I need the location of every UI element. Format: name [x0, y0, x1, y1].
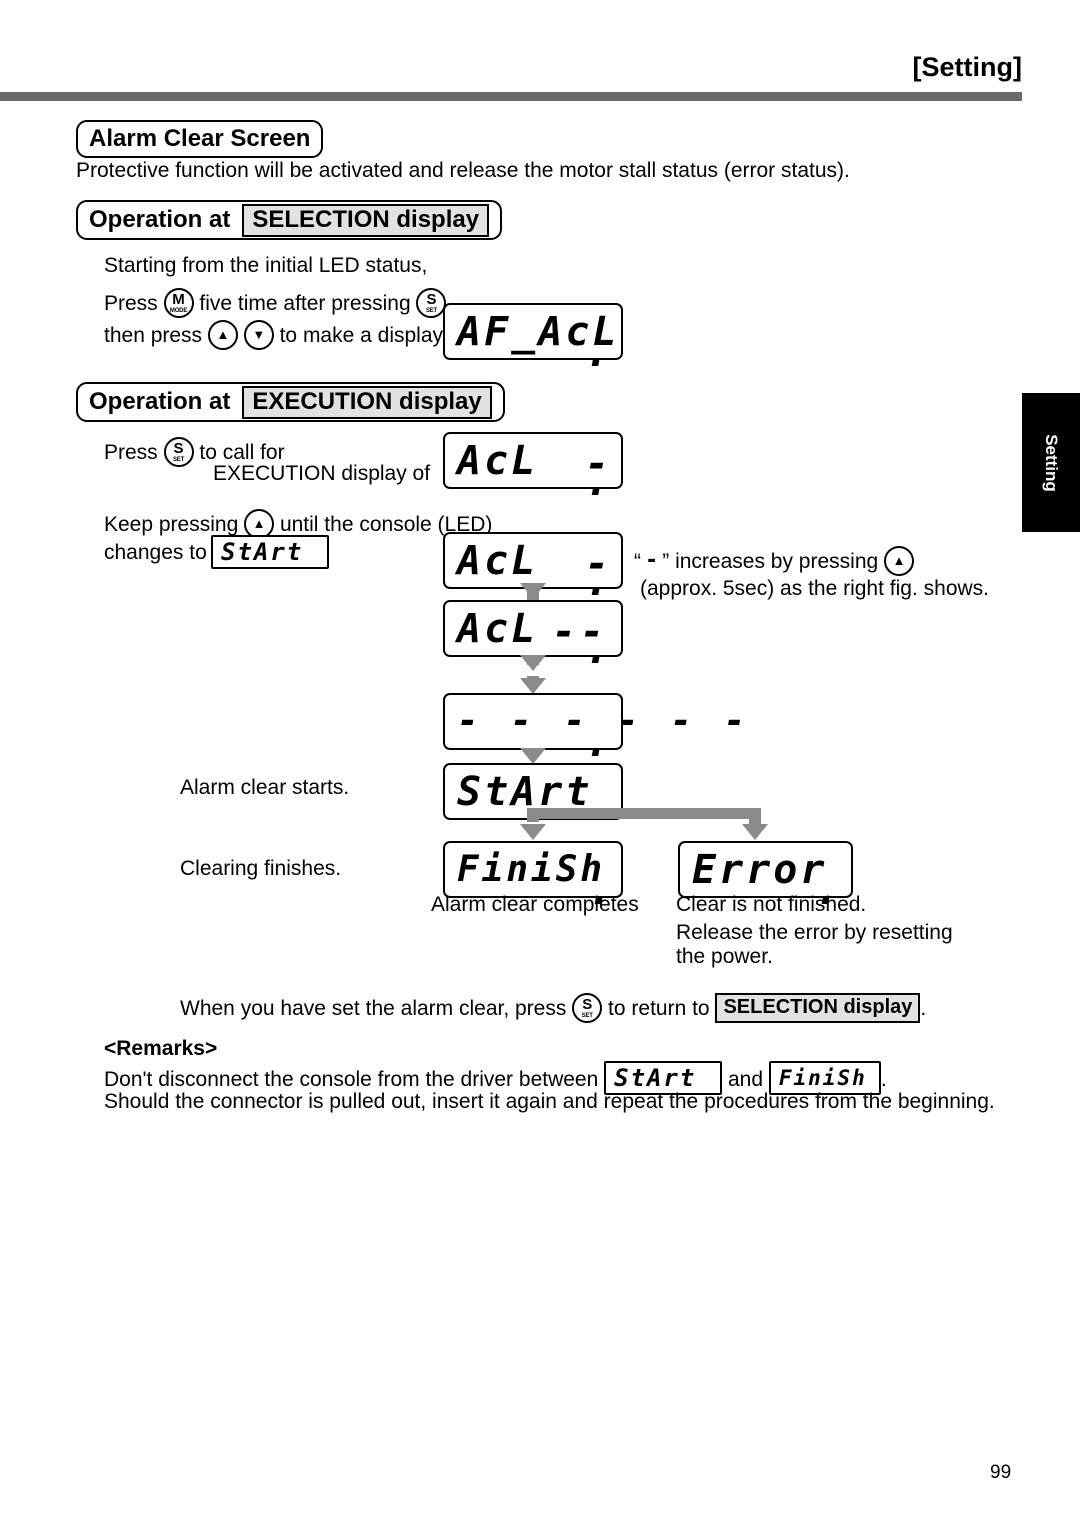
remarks-title: <Remarks>	[104, 1037, 218, 1060]
mode-key-icon[interactable]: M MODE	[163, 288, 194, 318]
set-key-icon-3[interactable]: S SET	[572, 993, 603, 1023]
flow-arrow-3-head	[520, 748, 546, 764]
up-arrow-key-icon-3[interactable]: ▲	[884, 546, 915, 576]
branch-horizontal-shaft	[527, 808, 761, 819]
make-display-label: to make a display to	[279, 323, 467, 347]
side-tab-label: Setting	[1042, 433, 1061, 492]
flow-arrow-2b-head	[520, 678, 546, 694]
led-finish-remark-text: FiniSh	[778, 1065, 867, 1090]
section-title-alarm-clear-screen: Alarm Clear Screen	[76, 120, 324, 158]
execution-changes-to-label: changes to	[104, 541, 207, 564]
page-number: 99	[990, 1462, 1012, 1483]
increase-note-text: ” increases by pressing	[662, 549, 879, 573]
branch-left-vertical	[527, 808, 539, 822]
clearing-finishes-label: Clearing finishes.	[180, 857, 342, 880]
selection-then-press-line: then press ▲ ▼ to make a display to	[104, 320, 466, 350]
led-acl-step2-dashes: --	[552, 609, 609, 655]
remarks-and-label: and	[727, 1067, 764, 1091]
led-start-remark-text: StArt	[614, 1064, 697, 1092]
selection-display-highlight: SELECTION display	[242, 203, 490, 237]
led-display-all-dashes: - - - - - - .	[443, 693, 745, 763]
led-display-finish: FiniSh .	[443, 841, 623, 911]
keep-pressing-label: Keep pressing	[104, 512, 239, 536]
dash-increase-note: “ - ” increases by pressing ▲	[634, 546, 915, 576]
selection-display-inline-highlight: SELECTION display	[715, 993, 921, 1023]
section-title-operation-execution: Operation at EXECUTION display	[76, 382, 505, 422]
up-arrow-glyph-3: ▲	[892, 552, 906, 568]
dont-disconnect-label: Don't disconnect the console from the dr…	[104, 1067, 599, 1091]
branch-left-head	[520, 824, 546, 840]
remarks-line-2: Should the connector is pulled out, inse…	[104, 1090, 995, 1113]
up-arrow-glyph: ▲	[216, 326, 230, 342]
led-display-af-acl: AF_AcL .	[443, 303, 623, 373]
set-key-sub-3: SET	[581, 1012, 593, 1019]
header-rule	[0, 92, 1022, 101]
execution-press-label: Press	[104, 440, 158, 464]
execution-display-of-label: EXECUTION display of	[213, 462, 431, 485]
set-key-sub-2: SET	[172, 456, 185, 463]
led-start-inline-text: StArt	[221, 538, 304, 566]
side-tab-setting: Setting	[1022, 393, 1080, 532]
to-call-for-label: to call for	[199, 440, 285, 464]
led-finish-text: FiniSh	[457, 849, 606, 890]
led-error-text: Error	[692, 846, 828, 893]
operation-at-label-selection: Operation at	[89, 206, 231, 233]
alarm-clear-description: Protective function will be activated an…	[76, 159, 850, 182]
selection-press-line: Press M MODE five time after pressing S …	[104, 288, 452, 318]
execution-display-highlight: EXECUTION display	[242, 385, 492, 419]
set-key-main-2: S	[173, 440, 184, 458]
up-arrow-glyph-2: ▲	[252, 515, 266, 531]
to-return-to-label: to return to	[608, 996, 710, 1020]
led-acl-step1-text: AcL	[457, 537, 539, 584]
set-key-icon[interactable]: S SET	[416, 288, 447, 318]
led-acl-step1-dash: -	[585, 541, 610, 587]
set-key-icon-2[interactable]: S SET	[163, 437, 194, 467]
mode-key-main: M	[172, 291, 185, 309]
led-acl-step2-text: AcL	[457, 605, 539, 652]
set-key-main: S	[426, 291, 437, 309]
led-display-error: Error .	[678, 841, 853, 911]
remarks-line1-period: .	[880, 1067, 887, 1091]
then-press-label: then press	[104, 323, 203, 347]
return-to-selection-note: When you have set the alarm clear, press…	[180, 993, 926, 1023]
selection-starting-line: Starting from the initial LED status,	[104, 254, 428, 277]
led-acl-call-text: AcL	[457, 437, 539, 484]
press-label: Press	[104, 291, 158, 315]
alarm-clear-starts-label: Alarm clear starts.	[180, 776, 350, 799]
set-key-main-3: S	[582, 996, 593, 1014]
operation-at-label-execution: Operation at	[89, 388, 231, 415]
caption-clear-not-finished: Clear is not finished.	[676, 893, 867, 916]
caption-alarm-clear-completes: Alarm clear completes	[431, 893, 639, 916]
flow-arrow-2a-head	[520, 655, 546, 671]
up-arrow-key-icon[interactable]: ▲	[207, 320, 238, 350]
mode-key-sub: MODE	[169, 307, 188, 314]
led-acl-call-dash: -	[585, 441, 610, 487]
five-time-label: five time after pressing	[199, 291, 411, 315]
set-key-sub: SET	[425, 307, 438, 314]
led-display-start-inline: StArt	[211, 535, 329, 569]
caption-release-error-line2: the power.	[676, 945, 773, 968]
quote-open: “	[634, 549, 641, 573]
caption-release-error-line1: Release the error by resetting	[676, 921, 953, 944]
dash-glyph: -	[645, 548, 659, 573]
when-you-have-set-label: When you have set the alarm clear, press	[180, 996, 567, 1020]
section-title-operation-selection: Operation at SELECTION display	[76, 200, 503, 240]
flow-arrow-1-head	[520, 583, 546, 599]
alarm-clear-screen-label: Alarm Clear Screen	[89, 125, 311, 152]
down-arrow-key-icon[interactable]: ▼	[243, 320, 274, 350]
return-note-period: .	[920, 996, 927, 1020]
branch-right-head	[742, 824, 768, 840]
down-arrow-glyph: ▼	[252, 326, 266, 342]
page-header-title: [Setting]	[912, 52, 1022, 82]
approx-note: (approx. 5sec) as the right fig. shows.	[640, 577, 989, 600]
